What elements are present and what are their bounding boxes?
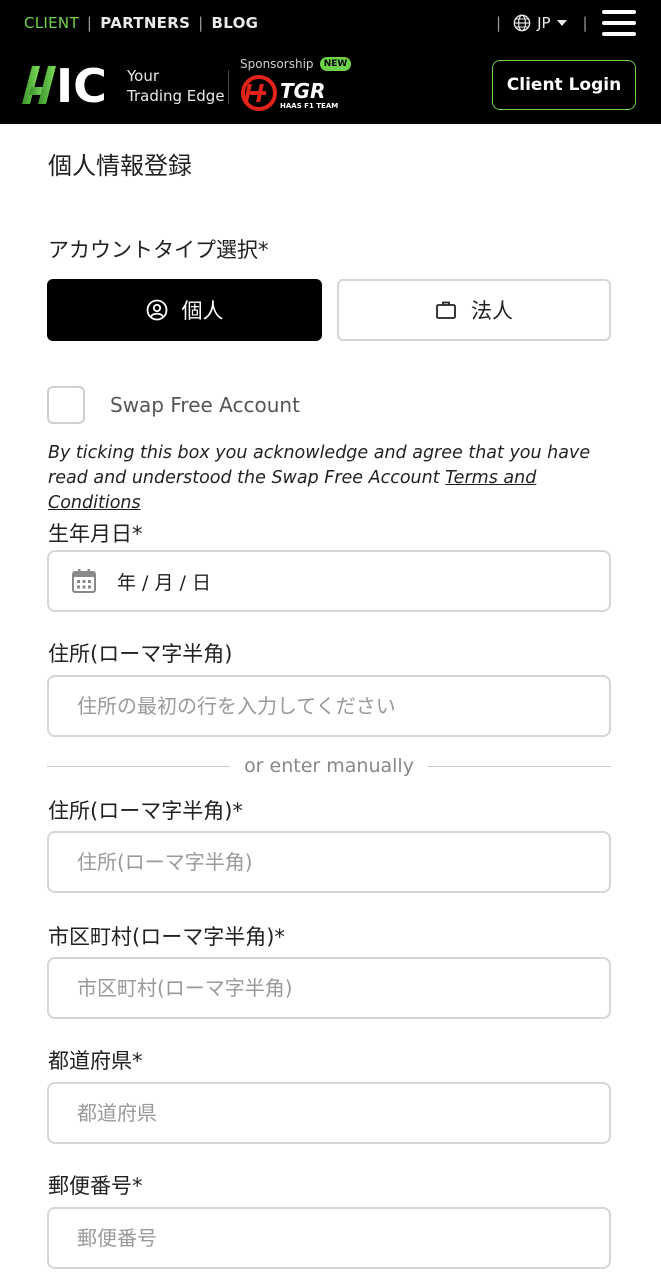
account-type-personal-label: 個人 [181, 299, 224, 323]
sponsor-logo[interactable]: TGR HAAS F1 TEAM [240, 74, 352, 112]
divider-line [47, 765, 231, 767]
dob-label: 生年月日* [48, 522, 143, 546]
postcode-field [47, 1207, 611, 1269]
account-type-corporate-label: 法人 [471, 299, 513, 323]
or-divider: or enter manually [47, 754, 612, 778]
postcode-input[interactable] [75, 1225, 609, 1251]
tagline-line: Your [127, 67, 160, 85]
prefecture-label: 都道府県* [48, 1049, 143, 1073]
hamburger-menu-icon[interactable] [602, 10, 636, 36]
account-type-corporate-button[interactable]: 法人 [337, 279, 611, 341]
nav-separator: | [86, 14, 93, 32]
address-lookup-label: 住所(ローマ字半角) [48, 642, 233, 666]
brand-logo[interactable]: IC [22, 62, 118, 106]
header-divider [228, 70, 229, 104]
prefecture-input[interactable] [75, 1100, 609, 1126]
city-label: 市区町村(ローマ字半角)* [48, 925, 285, 949]
city-field [47, 957, 611, 1019]
client-login-button[interactable]: Client Login [492, 60, 636, 110]
address-lookup-input[interactable] [75, 693, 609, 719]
nav-blog-link[interactable]: BLOG [212, 14, 259, 32]
top-nav: CLIENT | PARTNERS | BLOG [24, 12, 258, 34]
swap-free-checkbox[interactable] [47, 386, 85, 424]
lang-divider: | [582, 14, 588, 32]
address-input[interactable] [75, 849, 609, 875]
divider-line [427, 765, 612, 767]
globe-icon [513, 14, 531, 32]
swap-free-label: Swap Free Account [110, 393, 300, 417]
address-label: 住所(ローマ字半角)* [48, 799, 243, 823]
or-divider-text: or enter manually [244, 755, 414, 777]
postcode-label: 郵便番号* [48, 1174, 143, 1198]
dob-field[interactable]: 年 / 月 / 日 [47, 550, 611, 612]
tagline-line: Trading Edge [127, 87, 225, 105]
sponsorship-label: Sponsorship [240, 57, 314, 71]
brand-tagline: Your Trading Edge [127, 66, 225, 106]
nav-partners-link[interactable]: PARTNERS [100, 14, 190, 32]
language-selector[interactable]: | JP | [496, 12, 588, 34]
svg-text:IC: IC [56, 62, 107, 106]
new-badge: NEW [320, 57, 351, 71]
address-field [47, 831, 611, 893]
nav-client-link[interactable]: CLIENT [24, 14, 79, 32]
dob-value: 年 / 月 / 日 [117, 571, 211, 594]
prefecture-field [47, 1082, 611, 1144]
address-lookup-field [47, 675, 611, 737]
page-title: 個人情報登録 [48, 152, 192, 180]
site-header: CLIENT | PARTNERS | BLOG | JP | IC Your … [0, 0, 661, 124]
account-type-personal-button[interactable]: 個人 [47, 279, 322, 341]
svg-text:TGR: TGR [280, 79, 325, 103]
chevron-down-icon [556, 20, 567, 26]
city-input[interactable] [75, 975, 609, 1001]
calendar-icon [72, 569, 96, 593]
briefcase-icon [436, 301, 456, 319]
account-type-label: アカウントタイプ選択* [48, 238, 269, 262]
swap-free-disclaimer: By ticking this box you acknowledge and … [48, 441, 618, 516]
user-circle-icon [146, 299, 167, 321]
nav-separator: | [198, 14, 204, 32]
lang-divider: | [496, 14, 502, 32]
language-code: JP [537, 14, 551, 32]
svg-text:HAAS F1 TEAM: HAAS F1 TEAM [280, 102, 338, 110]
